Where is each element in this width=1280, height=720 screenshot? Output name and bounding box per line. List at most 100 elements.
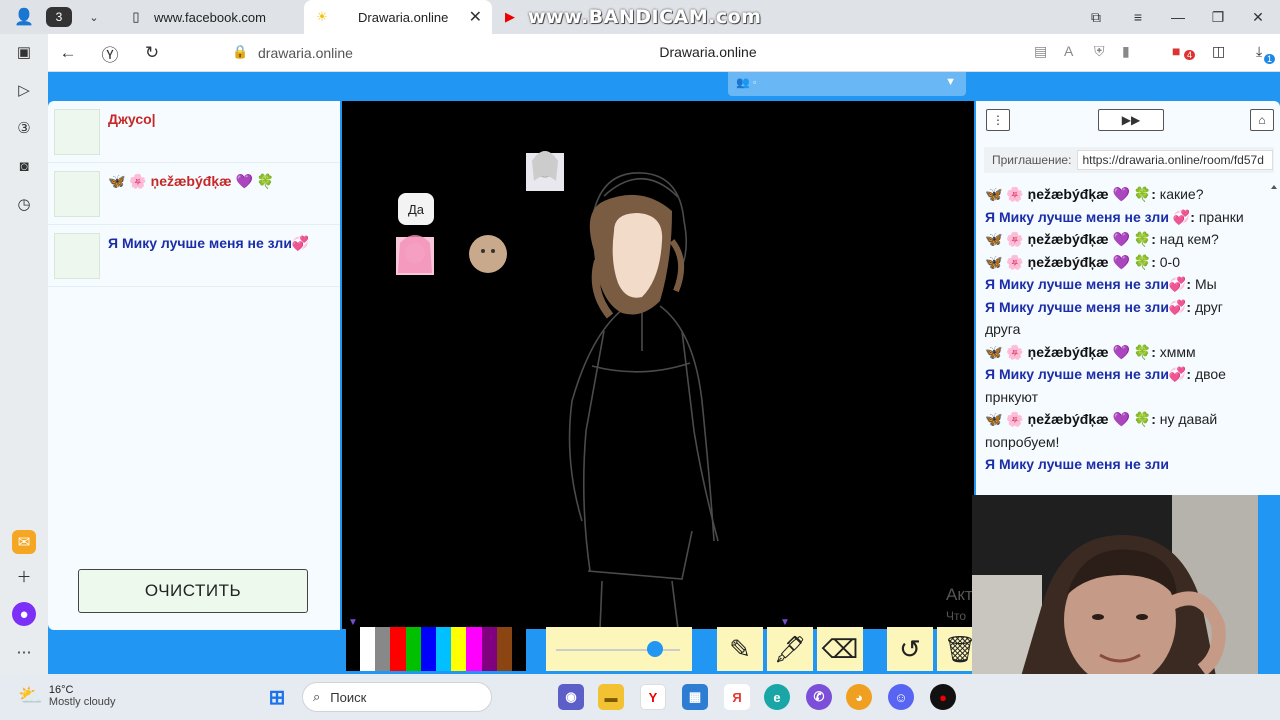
color-swatch[interactable]: [390, 627, 406, 671]
translate-icon[interactable]: A: [1064, 43, 1073, 59]
skip-button[interactable]: ▶▶: [1098, 109, 1164, 131]
color-swatch[interactable]: [466, 627, 482, 671]
lock-icon[interactable]: 🔒: [232, 44, 248, 60]
chat-message: Я Мику лучше меня не зли: [985, 453, 1262, 476]
url-text[interactable]: drawaria.online: [258, 45, 353, 61]
chrome-icon[interactable]: ◕: [846, 684, 872, 710]
alice-icon[interactable]: ●: [12, 602, 36, 626]
chat-messages: 🦋 🌸 ņežæbýđķæ 💜 🍀: какие? Я Мику лучше ме…: [976, 183, 1268, 495]
tab-count-button[interactable]: 3: [46, 7, 72, 27]
tabs-3-icon[interactable]: ③: [12, 116, 36, 140]
yandex-browser-icon[interactable]: Я: [724, 684, 750, 710]
back-button[interactable]: ←: [56, 41, 80, 65]
wallet-icon[interactable]: ◫: [1212, 43, 1225, 60]
chat-username[interactable]: Я Мику лучше меня не зли 💞: [985, 209, 1190, 225]
color-swatch[interactable]: [451, 627, 467, 671]
restore-button[interactable]: ❐: [1198, 0, 1238, 34]
profile-icon[interactable]: 👤: [12, 5, 36, 29]
extensions-icon[interactable]: ■: [1172, 43, 1180, 59]
chat-username[interactable]: Я Мику лучше меня не зли💞: [985, 276, 1186, 292]
bookmark-icon[interactable]: ▮: [1122, 43, 1130, 60]
tab-drawaria[interactable]: ☀ Drawaria.online ✕: [304, 0, 492, 34]
reader-icon[interactable]: ▤: [1034, 43, 1047, 60]
chat-username[interactable]: 🦋 🌸 ņežæbýđķæ 💜 🍀: [985, 254, 1151, 270]
yandex-taskbar-icon[interactable]: Y: [640, 684, 666, 710]
weather-temp: 16°C: [48, 683, 74, 696]
drawing: [396, 151, 719, 629]
edge-icon[interactable]: e: [764, 684, 790, 710]
chat-menu-button[interactable]: ⋮: [986, 109, 1010, 131]
discord-icon[interactable]: ☺: [888, 684, 914, 710]
chat-username[interactable]: 🦋 🌸 ņežæbýđķæ 💜 🍀: [985, 186, 1151, 202]
menu-icon[interactable]: ≡: [1118, 0, 1158, 34]
search-icon: ⌕: [313, 689, 321, 704]
chat-username[interactable]: 🦋 🌸 ņežæbýđķæ 💜 🍀: [985, 344, 1151, 360]
drawing-canvas[interactable]: Да Акт Что: [342, 101, 974, 629]
player-avatar-float: [469, 235, 507, 273]
chat-username[interactable]: 🦋 🌸 ņežæbýđķæ 💜 🍀: [985, 411, 1151, 427]
store-icon[interactable]: ▦: [682, 684, 708, 710]
chevron-down-icon[interactable]: ⌄: [82, 5, 106, 29]
chat-separator: :: [1151, 231, 1160, 247]
chat-username[interactable]: 🦋 🌸 ņežæbýđķæ 💜 🍀: [985, 231, 1151, 247]
record-icon[interactable]: ●: [930, 684, 956, 710]
windows-start-icon[interactable]: ⊞: [264, 684, 290, 710]
watermark-text: www.BANDICAM.com: [528, 6, 762, 28]
play-icon[interactable]: ▷: [12, 78, 36, 102]
chat-scrollbar[interactable]: [1270, 183, 1278, 493]
tab-bar: 👤 3 ⌄ ▯ www.facebook.com ☀ Drawaria.onli…: [0, 0, 1280, 34]
chat-app-icon[interactable]: ◉: [558, 684, 584, 710]
color-swatch[interactable]: [405, 627, 421, 671]
more-icon[interactable]: ⋯: [12, 640, 36, 664]
bookmarks-icon[interactable]: ▣: [12, 40, 36, 64]
color-swatch[interactable]: [436, 627, 452, 671]
chat-text: хммм: [1159, 343, 1196, 360]
pencil-tool-icon[interactable]: ✎: [717, 627, 763, 671]
collections-icon[interactable]: ⧉: [1076, 0, 1116, 34]
youtube-icon: ▶: [505, 9, 515, 24]
chat-username[interactable]: Я Мику лучше меня не зли: [985, 456, 1169, 472]
tab-label: Drawaria.online: [358, 9, 449, 25]
taskbar-search[interactable]: ⌕ Поиск: [302, 682, 492, 712]
protect-icon[interactable]: ⛨: [1094, 43, 1105, 60]
mail-icon[interactable]: ✉: [12, 530, 36, 554]
chat-username[interactable]: Я Мику лучше меня не зли💞: [985, 366, 1186, 382]
player-name: Я Мику лучше меня не зли💞: [108, 235, 310, 251]
download-icon[interactable]: ⤓: [1256, 43, 1262, 60]
chat-text: какие?: [1159, 186, 1204, 202]
undo-icon[interactable]: ↺: [887, 627, 933, 671]
chat-username[interactable]: Я Мику лучше меня не зли💞: [985, 299, 1186, 315]
history-icon[interactable]: ◷: [12, 192, 36, 216]
eyedropper-tool-icon[interactable]: 🖋: [767, 627, 813, 671]
room-players-dropdown[interactable]: 👥 ◦ ▼: [728, 72, 966, 96]
eraser-tool-icon[interactable]: ⌫: [817, 627, 863, 671]
viber-icon[interactable]: ✆: [806, 684, 832, 710]
color-swatch[interactable]: [481, 627, 497, 671]
color-swatch[interactable]: [496, 627, 513, 671]
yandex-icon[interactable]: Ⓨ: [98, 41, 122, 65]
color-swatch[interactable]: [375, 627, 391, 671]
weather-desc: Mostly cloudy: [48, 695, 116, 708]
chat-text: над кем?: [1159, 231, 1219, 247]
close-window-button[interactable]: ✕: [1238, 0, 1278, 34]
avatar: [54, 109, 100, 155]
add-icon[interactable]: ＋: [12, 564, 36, 588]
color-swatch[interactable]: [420, 627, 437, 671]
brush-size-control[interactable]: [546, 627, 692, 671]
player-row[interactable]: Я Мику лучше меня не зли💞: [48, 225, 340, 287]
player-row[interactable]: Джусо|: [48, 101, 340, 163]
folder-icon[interactable]: ▬: [598, 684, 624, 710]
reload-button[interactable]: ↻: [140, 41, 164, 65]
minimize-button[interactable]: —: [1158, 0, 1198, 34]
player-row[interactable]: 🦋 🌸 ņežæbýđķæ 💜 🍀: [48, 163, 340, 225]
invite-url-field[interactable]: https://drawaria.online/room/fd57d: [1077, 150, 1274, 170]
weather-widget[interactable]: ⛅ 16°C Mostly cloudy: [18, 683, 116, 708]
brush-size-knob[interactable]: [647, 641, 664, 657]
home-button[interactable]: ⌂: [1250, 109, 1274, 131]
color-swatch[interactable]: [360, 627, 376, 671]
close-tab-icon[interactable]: ✕: [469, 7, 482, 27]
screenshot-icon[interactable]: ◙: [12, 154, 36, 178]
invite-row: Приглашение: https://drawaria.online/roo…: [984, 147, 1274, 173]
clear-button[interactable]: ОЧИСТИТЬ: [78, 569, 308, 613]
tab-facebook[interactable]: ▯ www.facebook.com: [112, 0, 302, 34]
